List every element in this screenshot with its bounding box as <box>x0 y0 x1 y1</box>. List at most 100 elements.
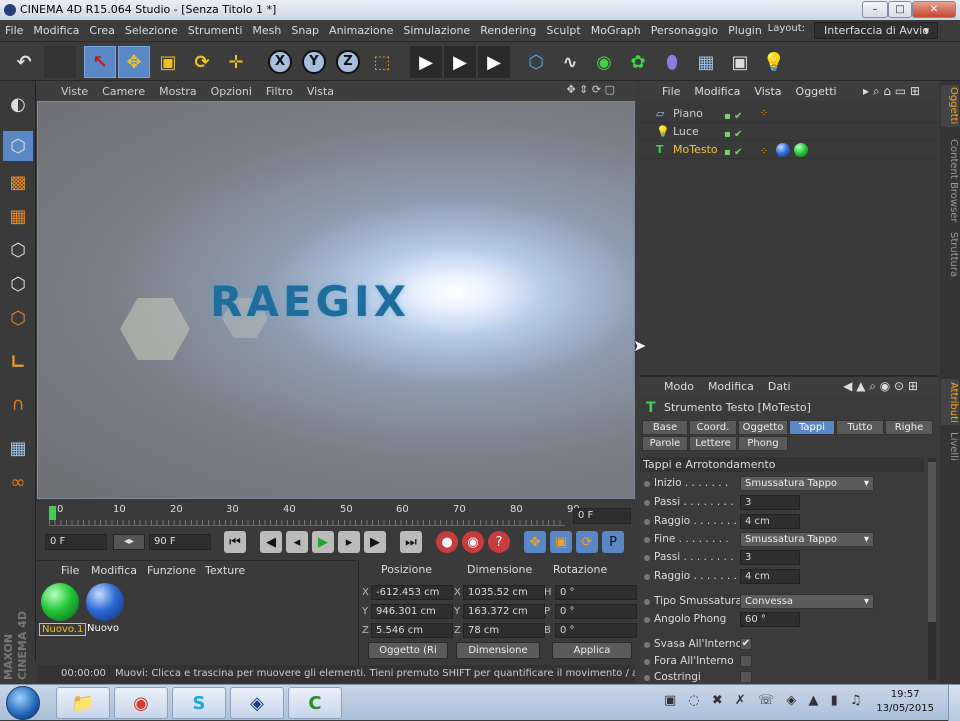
y-axis-lock-icon[interactable]: Y <box>298 46 330 78</box>
size-mode-dropdown[interactable]: Dimensione <box>456 642 540 659</box>
light-icon[interactable]: 💡 <box>758 46 790 78</box>
size-z-field[interactable]: 78 cm <box>463 623 545 638</box>
close-button[interactable]: ✕ <box>912 1 956 18</box>
move-icon[interactable]: ✥ <box>118 46 150 78</box>
tab-tutto[interactable]: Tutto <box>836 420 884 435</box>
undo-icon[interactable]: ↶ <box>8 46 40 78</box>
raggio-input[interactable]: 4 cm <box>740 514 800 529</box>
record-keys-icon[interactable]: ● <box>436 531 458 553</box>
menu-strumenti[interactable]: Strumenti <box>183 24 248 37</box>
apply-button[interactable]: Applica <box>552 642 632 659</box>
nurbs-icon[interactable]: ◉ <box>588 46 620 78</box>
snap-magnet-icon[interactable]: ∩ <box>3 389 33 419</box>
record-rotation-icon[interactable]: ⟳ <box>576 531 598 553</box>
frame-range-slider[interactable]: ◂▸ <box>113 534 145 550</box>
menu-animazione[interactable]: Animazione <box>324 24 398 37</box>
start-button[interactable] <box>6 686 40 720</box>
green-material-tag[interactable] <box>794 143 808 157</box>
tab-livelli[interactable]: Livelli <box>941 429 959 463</box>
minimize-button[interactable]: – <box>862 1 888 18</box>
objmgr-toolbar-icons[interactable]: ▸ ⌕ ⌂ ▭ ⊞ <box>863 84 920 99</box>
menu-mesh[interactable]: Mesh <box>247 24 286 37</box>
chrome-taskbar-icon[interactable]: ◉ <box>114 687 168 719</box>
spline-icon[interactable]: ∿ <box>554 46 586 78</box>
tab-struttura[interactable]: Struttura <box>941 229 959 281</box>
go-to-start-icon[interactable]: ⏮ <box>224 531 246 553</box>
tab-phong[interactable]: Phong <box>738 436 788 451</box>
attr-toolbar-icons[interactable]: ◀ ▲ ⌕ ◉ ⊙ ⊞ <box>843 379 918 394</box>
system-tray-icons[interactable]: ▣ ◌ ✖ ✗ ☏ ◈ ▲ ▮ ♫ <box>664 693 866 708</box>
object-row[interactable]: 💡 Luce ▪ ✔ <box>640 123 938 141</box>
material-menu-texture[interactable]: Texture <box>205 564 245 577</box>
pos-x-field[interactable]: -612.453 cm <box>371 585 453 600</box>
passi-input[interactable]: 3 <box>740 495 800 510</box>
objmgr-menu-vista[interactable]: Vista <box>754 85 781 98</box>
rot-b-field[interactable]: 0 ° <box>555 623 637 638</box>
object-row[interactable]: ▱ Piano ▪ ✔ ⁘ <box>640 105 938 123</box>
material-menu-funzione[interactable]: Funzione <box>147 564 196 577</box>
material-swatch[interactable] <box>84 583 126 627</box>
go-to-end-icon[interactable]: ⏭ <box>400 531 422 553</box>
3d-viewport[interactable]: RAEGIX <box>37 101 635 499</box>
cinema4d-taskbar-icon[interactable]: ◈ <box>230 687 284 719</box>
scrollbar-thumb[interactable] <box>928 462 936 622</box>
visibility-toggles[interactable]: ▪ ✔ <box>724 108 748 122</box>
record-parameter-icon[interactable]: P <box>602 531 624 553</box>
tab-lettere[interactable]: Lettere <box>689 436 737 451</box>
record-position-icon[interactable]: ✥ <box>524 531 546 553</box>
pos-y-field[interactable]: 946.301 cm <box>371 604 453 619</box>
objmgr-menu-oggetti[interactable]: Oggetti <box>796 85 837 98</box>
make-editable-icon[interactable]: ◐ <box>3 89 33 119</box>
x-axis-lock-icon[interactable]: X <box>264 46 296 78</box>
menu-simulazione[interactable]: Simulazione <box>398 24 475 37</box>
live-select-icon[interactable]: ↖ <box>84 46 116 78</box>
axis-mode-icon[interactable]: ∟ <box>3 347 33 377</box>
blue-material-tag[interactable] <box>776 143 790 157</box>
z-axis-lock-icon[interactable]: Z <box>332 46 364 78</box>
workplane-mode-icon[interactable]: ▦ <box>3 201 33 231</box>
points-mode-icon[interactable]: ⬡ <box>3 235 33 265</box>
tipo-smussatura-dropdown[interactable]: Convessa ▾ <box>740 594 874 609</box>
viewport-menu-opzioni[interactable]: Opzioni <box>211 85 252 98</box>
rotate-icon[interactable]: ⟳ <box>186 46 218 78</box>
layout-select[interactable]: Interfaccia di Avvio ▾ <box>814 22 938 39</box>
objmgr-menu-file[interactable]: File <box>662 85 680 98</box>
timeline-ruler[interactable]: 0 10 20 30 40 50 60 70 80 90 <box>49 504 580 526</box>
attr-menu-modo[interactable]: Modo <box>664 380 694 393</box>
size-y-field[interactable]: 163.372 cm <box>463 604 545 619</box>
current-frame-field[interactable]: 0 F <box>573 508 631 524</box>
menu-snap[interactable]: Snap <box>286 24 324 37</box>
angolo-phong-input[interactable]: 60 ° <box>740 612 800 627</box>
tab-parole[interactable]: Parole <box>642 436 688 451</box>
objmgr-menu-modifica[interactable]: Modifica <box>694 85 740 98</box>
next-key-icon[interactable]: ▶ <box>364 531 386 553</box>
render-picture-viewer-icon[interactable]: ▶ <box>444 46 476 78</box>
play-icon[interactable]: ▶ <box>312 531 334 553</box>
material-name[interactable]: Nuovo.1 <box>39 623 87 636</box>
viewport-nav-icons[interactable]: ✥ ⇕ ⟳ ▢ <box>566 83 615 96</box>
workplane-lock-icon[interactable]: ▦ <box>3 433 33 463</box>
record-scale-icon[interactable]: ▣ <box>550 531 572 553</box>
previous-key-icon[interactable]: ◀ <box>260 531 282 553</box>
previous-frame-icon[interactable]: ◂ <box>286 531 308 553</box>
material-menu-file[interactable]: File <box>61 564 79 577</box>
svasa-interno-checkbox[interactable]: ✔ <box>740 638 752 650</box>
viewport-menu-camere[interactable]: Camere <box>102 85 145 98</box>
passi-fine-input[interactable]: 3 <box>740 550 800 565</box>
tab-oggetti[interactable]: Oggetti <box>941 85 959 127</box>
coordinate-system-icon[interactable]: ⬚ <box>366 46 398 78</box>
taskbar-clock[interactable]: 19:57 13/05/2015 <box>876 688 934 716</box>
menu-mograph[interactable]: MoGraph <box>586 24 646 37</box>
pos-z-field[interactable]: 5.546 cm <box>371 623 453 638</box>
redo-placeholder[interactable] <box>44 46 76 78</box>
render-settings-icon[interactable]: ▶ <box>478 46 510 78</box>
show-desktop-button[interactable] <box>948 685 960 721</box>
end-frame-field[interactable]: 90 F <box>149 534 211 550</box>
rot-h-field[interactable]: 0 ° <box>555 585 637 600</box>
maximize-button[interactable]: □ <box>888 1 912 18</box>
viewport-menu-vista[interactable]: Vista <box>307 85 334 98</box>
playhead-marker[interactable] <box>49 506 56 520</box>
size-x-field[interactable]: 1035.52 cm <box>463 585 545 600</box>
costringi-checkbox[interactable] <box>740 671 752 682</box>
material-menu-modifica[interactable]: Modifica <box>91 564 137 577</box>
